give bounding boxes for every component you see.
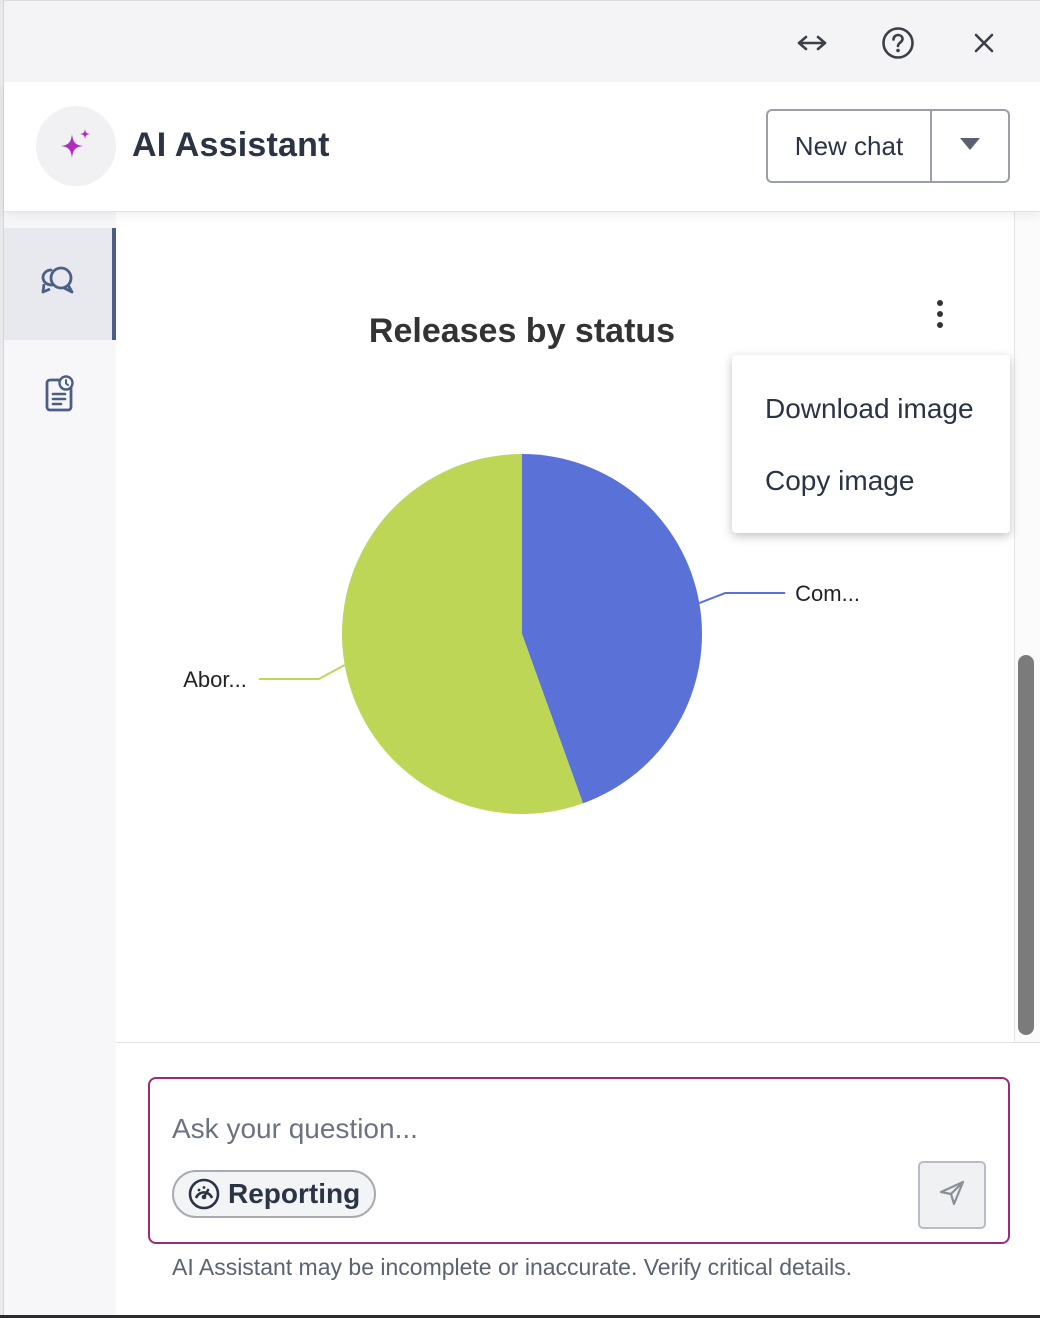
chat-bubbles-icon (38, 262, 78, 307)
reporting-chip[interactable]: Reporting (172, 1170, 377, 1218)
help-icon[interactable] (878, 23, 918, 63)
new-chat-split-button: New chat (766, 109, 1010, 183)
chart-options-menu: Download image Copy image (732, 355, 1010, 533)
scrollbar-thumb[interactable] (1018, 655, 1034, 1035)
menu-item-download-image[interactable]: Download image (732, 373, 1010, 445)
caret-down-icon (959, 137, 981, 156)
chat-content: Releases by status Com... Abor... (116, 212, 1014, 1042)
send-button[interactable] (918, 1161, 986, 1229)
send-icon (937, 1178, 967, 1213)
pie-chart: Com... Abor... (183, 454, 860, 814)
pie-leader-line-0 (698, 592, 786, 604)
sidebar-item-reports[interactable] (4, 340, 116, 452)
new-chat-button[interactable]: New chat (768, 111, 932, 181)
sparkle-icon (56, 124, 96, 169)
report-history-icon (42, 374, 78, 419)
sidebar (4, 212, 116, 1318)
pie-label-1: Abor... (183, 667, 247, 692)
pie-leader-line-1 (258, 664, 346, 680)
reporting-chip-label: Reporting (228, 1178, 361, 1209)
assistant-header: AI Assistant New chat (4, 82, 1040, 212)
close-icon[interactable] (964, 23, 1004, 63)
window-toolbar (4, 0, 1040, 82)
new-chat-dropdown-button[interactable] (932, 111, 1008, 181)
menu-item-copy-image[interactable]: Copy image (732, 445, 1010, 517)
pie-label-0: Com... (795, 581, 860, 606)
page-title: AI Assistant (132, 126, 330, 164)
gauge-icon (188, 1178, 220, 1217)
question-input[interactable] (172, 1107, 872, 1151)
composer: Reporting (148, 1077, 1010, 1244)
assistant-avatar (36, 106, 116, 186)
disclaimer: AI Assistant may be incomplete or inaccu… (172, 1254, 853, 1280)
chart-options-button[interactable] (922, 294, 958, 334)
sidebar-item-chat[interactable] (4, 228, 116, 340)
expand-icon[interactable] (792, 23, 832, 63)
